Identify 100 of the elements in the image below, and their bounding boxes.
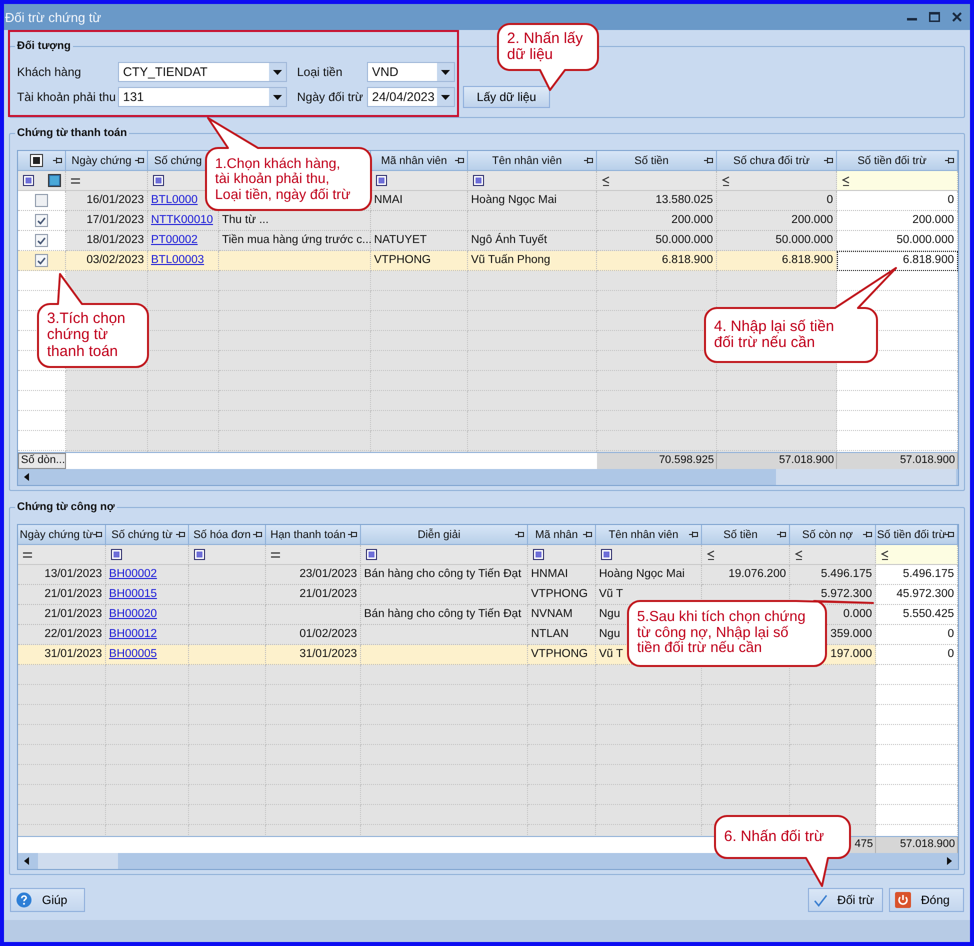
arrow-left-icon[interactable] bbox=[24, 473, 30, 481]
offset-amount-cell[interactable]: 0 bbox=[876, 625, 958, 645]
offset-amount-cell[interactable]: 200.000 bbox=[837, 211, 958, 231]
column-header[interactable]: Số tiền đối trừ bbox=[837, 151, 958, 171]
filter-cell[interactable] bbox=[597, 171, 717, 191]
offset-amount-cell[interactable]: 0 bbox=[837, 191, 958, 211]
filter-cell[interactable] bbox=[468, 171, 597, 191]
pin-icon[interactable] bbox=[53, 157, 62, 164]
close-icon[interactable] bbox=[952, 12, 962, 22]
offset-amount-cell[interactable]: 0 bbox=[876, 645, 958, 665]
pin-icon[interactable] bbox=[945, 531, 954, 538]
filter-cell[interactable] bbox=[876, 545, 958, 565]
pin-icon[interactable] bbox=[863, 531, 872, 538]
pin-icon[interactable] bbox=[824, 157, 833, 164]
pin-icon[interactable] bbox=[253, 531, 262, 538]
help-button[interactable]: Giúp bbox=[10, 888, 85, 912]
filter-cell[interactable] bbox=[106, 545, 189, 565]
filter-cell[interactable] bbox=[361, 545, 528, 565]
scrollbar-thumb[interactable] bbox=[38, 853, 118, 869]
filter-cell[interactable] bbox=[18, 171, 66, 191]
arrow-left-icon[interactable] bbox=[24, 857, 30, 865]
column-header[interactable]: Số tiền bbox=[702, 525, 790, 545]
apply-button[interactable]: Đối trừ bbox=[808, 888, 883, 912]
filter-cell[interactable] bbox=[528, 545, 596, 565]
filter-cell[interactable] bbox=[266, 545, 361, 565]
dropdown-field[interactable]: CTY_TIENDAT bbox=[118, 62, 287, 82]
dropdown-arrow-icon[interactable] bbox=[441, 94, 450, 100]
column-header[interactable] bbox=[18, 151, 66, 171]
document-link[interactable]: BH00020 bbox=[109, 608, 157, 620]
row-checkbox[interactable] bbox=[35, 234, 48, 247]
pin-icon[interactable] bbox=[777, 531, 786, 538]
filter-cell[interactable] bbox=[371, 171, 468, 191]
row-checkbox[interactable] bbox=[35, 194, 48, 207]
table-row[interactable]: 17/01/2023 NTTK00010 Thu từ ... 200.000 200.000 200.000 bbox=[18, 211, 958, 231]
dropdown-arrow-icon[interactable] bbox=[273, 70, 282, 74]
offset-amount-cell[interactable]: 45.972.300 bbox=[876, 585, 958, 605]
column-header[interactable]: Số tiền bbox=[597, 151, 717, 171]
filter-cell[interactable] bbox=[189, 545, 266, 565]
offset-amount-cell[interactable]: 6.818.900 bbox=[837, 251, 958, 271]
row-checkbox[interactable] bbox=[35, 254, 48, 267]
filter-cell[interactable] bbox=[18, 545, 106, 565]
column-header[interactable]: Tên nhân viên bbox=[468, 151, 597, 171]
maximize-icon[interactable] bbox=[929, 12, 940, 22]
fetch-data-button[interactable]: Lấy dữ liệu bbox=[463, 86, 550, 108]
dropdown-field[interactable]: 131 bbox=[118, 87, 287, 107]
filter-cell[interactable] bbox=[717, 171, 837, 191]
pin-icon[interactable] bbox=[704, 157, 713, 164]
offset-amount-cell[interactable]: 5.496.175 bbox=[876, 565, 958, 585]
pin-icon[interactable] bbox=[348, 531, 357, 538]
row-checkbox[interactable] bbox=[35, 214, 48, 227]
dropdown-field[interactable]: 24/04/2023 bbox=[367, 87, 455, 107]
column-header[interactable]: Số hóa đơn bbox=[189, 525, 266, 545]
pin-icon[interactable] bbox=[93, 531, 102, 538]
column-header[interactable]: Ngày chứng từ bbox=[18, 525, 106, 545]
filter-cell[interactable] bbox=[790, 545, 876, 565]
select-all-checkbox[interactable] bbox=[30, 154, 43, 167]
table-row[interactable]: 18/01/2023 PT00002 Tiền mua hàng ứng trước c... NATUYET Ngô Ánh Tuyết 50.000.000 50.000.000 50.000.000 bbox=[18, 231, 958, 251]
close-button[interactable]: Đóng bbox=[889, 888, 964, 912]
horizontal-scrollbar[interactable] bbox=[18, 469, 958, 485]
document-link[interactable]: BH00012 bbox=[109, 628, 157, 640]
table-row[interactable]: 13/01/2023 BH00002 23/01/2023 Bán hàng cho công ty Tiến Đạt HNMAI Hoàng Ngọc Mai 19.076.200 5.496.175 5.496.175 bbox=[18, 565, 958, 585]
pin-icon[interactable] bbox=[176, 531, 185, 538]
document-link[interactable]: BTL0000 bbox=[151, 194, 198, 206]
column-header[interactable]: Diễn giải bbox=[361, 525, 528, 545]
pin-icon[interactable] bbox=[515, 531, 524, 538]
column-header[interactable]: Ngày chứng bbox=[66, 151, 148, 171]
offset-amount-cell[interactable]: 5.550.425 bbox=[876, 605, 958, 625]
dropdown-field[interactable]: VND bbox=[367, 62, 455, 82]
column-header[interactable]: Số tiền đối trừ bbox=[876, 525, 958, 545]
pin-icon[interactable] bbox=[945, 157, 954, 164]
pin-icon[interactable] bbox=[583, 531, 592, 538]
pin-icon[interactable] bbox=[584, 157, 593, 164]
column-header[interactable]: Tên nhân viên bbox=[596, 525, 702, 545]
column-header[interactable]: Mã nhân bbox=[528, 525, 596, 545]
dropdown-arrow-icon[interactable] bbox=[273, 94, 282, 100]
filter-cell[interactable] bbox=[596, 545, 702, 565]
column-header[interactable]: Mã nhân viên bbox=[371, 151, 468, 171]
horizontal-scrollbar[interactable] bbox=[18, 853, 958, 869]
document-link[interactable]: BH00015 bbox=[109, 588, 157, 600]
pin-icon[interactable] bbox=[689, 531, 698, 538]
filter-cell[interactable] bbox=[702, 545, 790, 565]
filter-cell[interactable] bbox=[66, 171, 148, 191]
filter-cell[interactable] bbox=[837, 171, 958, 191]
column-header[interactable]: Số chưa đối trừ bbox=[717, 151, 837, 171]
column-header[interactable]: Hạn thanh toán bbox=[266, 525, 361, 545]
document-link[interactable]: NTTK00010 bbox=[151, 214, 214, 226]
scrollbar-thumb[interactable] bbox=[776, 469, 956, 485]
arrow-right-icon[interactable] bbox=[946, 857, 952, 865]
table-row[interactable]: 03/02/2023 BTL00003 VTPHONG Vũ Tuấn Phong 6.818.900 6.818.900 6.818.900 bbox=[18, 251, 958, 271]
pin-icon[interactable] bbox=[135, 157, 144, 164]
document-link[interactable]: BTL00003 bbox=[151, 254, 204, 266]
pin-icon[interactable] bbox=[455, 157, 464, 164]
offset-amount-cell[interactable]: 50.000.000 bbox=[837, 231, 958, 251]
document-link[interactable]: BH00002 bbox=[109, 568, 157, 580]
dropdown-arrow-icon[interactable] bbox=[441, 70, 450, 74]
column-header[interactable]: Số chứng từ bbox=[106, 525, 189, 545]
column-header[interactable]: Số còn nợ bbox=[790, 525, 876, 545]
document-link[interactable]: BH00005 bbox=[109, 648, 157, 660]
table-row[interactable]: 21/01/2023 BH00015 21/01/2023 VTPHONG Vũ T 5.972.300 45.972.300 bbox=[18, 585, 958, 605]
document-link[interactable]: PT00002 bbox=[151, 234, 198, 246]
